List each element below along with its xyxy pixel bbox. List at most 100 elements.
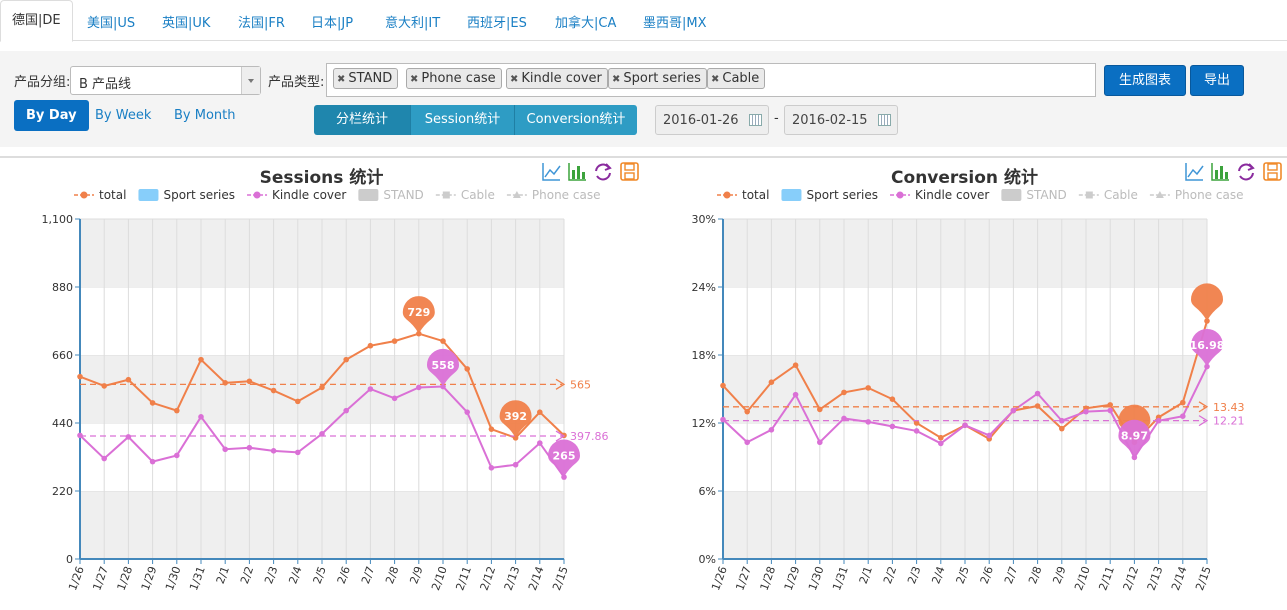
data-point xyxy=(792,362,799,368)
remove-icon[interactable]: ✖ xyxy=(337,74,345,85)
tag-phone-case[interactable]: ✖ Phone case xyxy=(406,68,502,89)
data-point xyxy=(246,444,253,451)
generate-chart-button[interactable]: 生成图表 xyxy=(1104,65,1186,96)
tab-mx[interactable]: 墨西哥|MX xyxy=(643,12,707,31)
x-tick-label: 2/4 xyxy=(929,565,947,586)
data-point xyxy=(744,408,750,415)
tab-us[interactable]: 美国|US xyxy=(87,12,135,31)
tab-uk[interactable]: 英国|UK xyxy=(162,12,210,31)
legend-swatch xyxy=(781,189,802,201)
bar-chart-icon-bar xyxy=(1220,166,1223,179)
x-tick-label: 2/10 xyxy=(1072,565,1093,593)
product-group-select[interactable]: B 产品线 xyxy=(70,66,261,95)
x-tick-label: 2/4 xyxy=(286,565,304,586)
x-tick-label: 2/3 xyxy=(262,565,280,586)
data-point xyxy=(1180,399,1186,406)
data-point xyxy=(938,440,944,447)
data-point xyxy=(367,386,374,392)
by-day-button[interactable]: By Day xyxy=(14,100,89,131)
tab-fr[interactable]: 法国|FR xyxy=(238,12,285,31)
bar-chart-icon-bar xyxy=(582,172,585,179)
data-point xyxy=(198,414,204,420)
data-point xyxy=(391,338,398,344)
remove-icon[interactable]: ✖ xyxy=(711,74,719,85)
bar-chart-icon-bar xyxy=(1225,172,1228,179)
x-tick-label: 2/7 xyxy=(1002,565,1020,586)
conversion-chart: Conversion 统计 0% 6% 12% 18% 24% 30% 1/26 1/27 1/… xyxy=(643,158,1286,610)
x-tick-label: 2/13 xyxy=(502,565,523,593)
x-tick-label: 2/14 xyxy=(526,565,547,593)
session-stats-button[interactable]: Session统计 xyxy=(411,105,515,135)
by-week-button[interactable]: By Week xyxy=(95,108,151,123)
legend-label: total xyxy=(742,188,769,202)
remove-icon[interactable]: ✖ xyxy=(510,74,518,85)
data-point xyxy=(343,356,350,363)
x-tick-label: 1/27 xyxy=(733,565,754,593)
data-point xyxy=(416,384,422,391)
average-label: 565 xyxy=(570,378,591,391)
calendar-icon[interactable] xyxy=(878,114,891,126)
data-point xyxy=(77,373,83,380)
x-tick-label: 2/10 xyxy=(429,565,450,593)
data-point xyxy=(1107,407,1113,414)
data-point xyxy=(768,379,775,385)
data-point xyxy=(343,407,350,414)
calendar-icon[interactable] xyxy=(749,114,762,126)
x-tick-label: 2/3 xyxy=(905,565,923,586)
x-tick-label: 2/2 xyxy=(238,565,256,586)
marker-label: 729 xyxy=(407,306,430,319)
end-date-input[interactable]: 2016-02-15 xyxy=(784,105,898,135)
average-label: 12.21 xyxy=(1213,415,1245,428)
x-tick-label: 2/6 xyxy=(335,565,353,586)
data-point xyxy=(913,428,920,434)
tag-stand[interactable]: ✖ STAND xyxy=(333,68,399,89)
save-icon-slot xyxy=(624,163,635,171)
by-month-button[interactable]: By Month xyxy=(174,108,236,123)
tag-cable[interactable]: ✖ Cable xyxy=(707,68,766,89)
product-type-input[interactable]: ✖ STAND ✖ Phone case ✖ Kindle cover ✖ Sport … xyxy=(326,63,1096,97)
sessions-chart: Sessions 统计 0 220 440 660 880 1,100 1/26 1/27 1/… xyxy=(0,158,643,610)
data-point xyxy=(1059,425,1065,432)
remove-icon[interactable]: ✖ xyxy=(612,74,620,85)
x-tick-label: 1/30 xyxy=(806,565,827,593)
conversion-chart-svg: 0% 6% 12% 18% 24% 30% 1/26 1/27 1/28 1/29 1/30 1/31… xyxy=(692,162,1282,593)
data-point xyxy=(367,342,374,349)
x-tick-label: 2/15 xyxy=(550,565,571,593)
start-date-input[interactable]: 2016-01-26 xyxy=(655,105,769,135)
start-date-value: 2016-01-26 xyxy=(663,113,739,128)
data-point xyxy=(391,395,398,402)
data-point xyxy=(488,465,495,471)
tab-jp[interactable]: 日本|JP xyxy=(311,12,353,31)
filter-panel: 产品分组: B 产品线 产品类型: ✖ STAND ✖ Phone case ✖ Ki… xyxy=(0,51,1287,147)
tag-sport-series[interactable]: ✖ Sport series xyxy=(608,68,707,89)
legend-label: Phone case xyxy=(1175,188,1244,202)
remove-icon[interactable]: ✖ xyxy=(410,74,418,85)
line-chart-icon xyxy=(1185,163,1204,181)
x-tick-label: 1/28 xyxy=(758,565,779,593)
tab-de[interactable]: 德国|DE xyxy=(0,0,73,42)
y-tick-label: 12% xyxy=(692,417,716,430)
line-chart-icon xyxy=(542,163,561,181)
x-tick-label: 2/1 xyxy=(214,565,232,586)
data-point xyxy=(77,432,83,439)
x-tick-label: 2/6 xyxy=(978,565,996,586)
export-button[interactable]: 导出 xyxy=(1190,65,1244,96)
data-point xyxy=(768,427,775,433)
data-point xyxy=(841,389,847,396)
chevron-down-icon[interactable] xyxy=(241,67,260,94)
legend-label: Kindle cover xyxy=(915,188,989,202)
data-point xyxy=(1034,403,1041,409)
marker-label: 265 xyxy=(553,449,576,462)
data-point xyxy=(440,338,446,344)
conversion-stats-button[interactable]: Conversion统计 xyxy=(515,105,637,135)
tag-kindle-cover[interactable]: ✖ Kindle cover xyxy=(506,68,608,89)
data-point xyxy=(865,385,871,391)
tab-it[interactable]: 意大利|IT xyxy=(385,12,440,31)
y-tick-label: 220 xyxy=(52,485,73,498)
split-stats-button[interactable]: 分栏统计 xyxy=(314,105,411,135)
bar-chart-icon-bar xyxy=(1215,170,1218,179)
legend-swatch xyxy=(1001,189,1022,201)
tab-es[interactable]: 西班牙|ES xyxy=(467,12,527,31)
tab-ca[interactable]: 加拿大|CA xyxy=(555,12,616,31)
legend-marker xyxy=(253,191,261,199)
